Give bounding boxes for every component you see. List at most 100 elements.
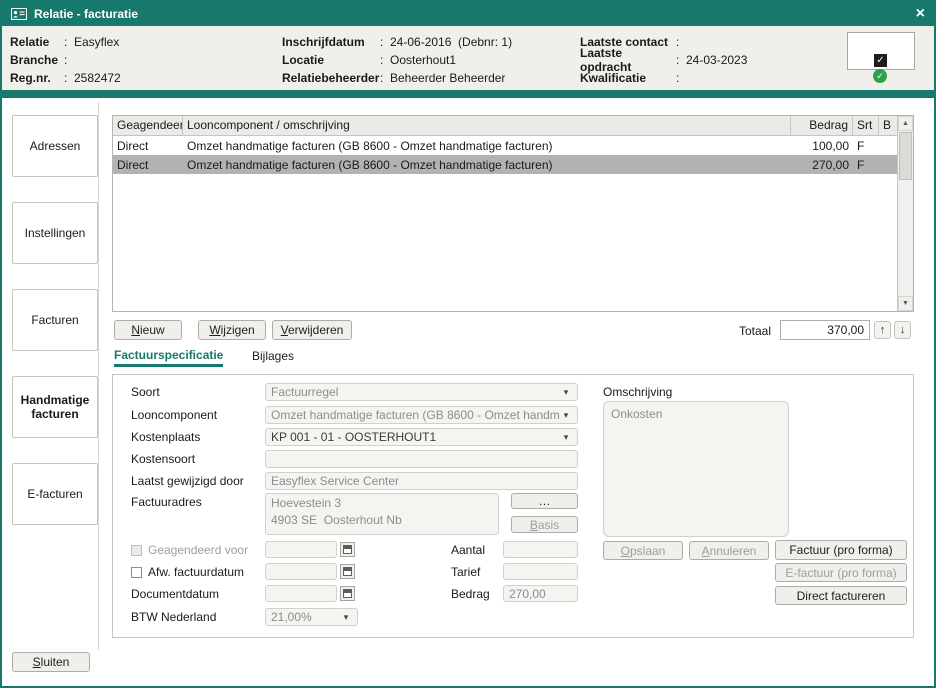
annuleren-button-label: Annuleren	[702, 544, 757, 558]
btw-label: BTW Nederland	[131, 610, 216, 624]
geagendeerd-voor-checkbox[interactable]	[131, 545, 142, 556]
window-title: Relatie - facturatie	[34, 7, 138, 21]
sidebar-item-e-facturen[interactable]: E-facturen	[12, 463, 98, 525]
colon: :	[676, 71, 686, 85]
kostenplaats-label: Kostenplaats	[131, 430, 200, 444]
close-icon[interactable]: ×	[916, 6, 925, 22]
kwalificatie-label: Kwalificatie	[580, 71, 676, 85]
geagendeerd-voor-date-input[interactable]	[265, 541, 337, 558]
table-header-row: Geagendeerd Looncomponent / omschrijving…	[113, 116, 897, 136]
cell-bedrag: 100,00	[791, 139, 853, 153]
factuuradres-browse-button[interactable]: …	[511, 493, 578, 509]
aantal-label: Aantal	[451, 543, 485, 557]
header-col-3: Laatste contact: Laatste opdracht:24-03-…	[580, 33, 747, 87]
sidebar-item-adressen[interactable]: Adressen	[12, 115, 98, 177]
afw-factuurdatum-checkbox[interactable]	[131, 567, 142, 578]
direct-factureren-label: Direct factureren	[797, 589, 886, 603]
soort-select[interactable]: Factuurregel ▾	[265, 383, 578, 401]
locatie-value: Oosterhout1	[390, 53, 456, 67]
col-header-geagendeerd: Geagendeerd	[113, 116, 183, 135]
geagendeerd-voor-label: Geagendeerd voor	[148, 543, 248, 557]
regnr-label: Reg.nr.	[10, 71, 64, 85]
nieuw-button-label: Nieuw	[131, 323, 164, 337]
relation-header: Relatie:Easyflex Branche: Reg.nr.:258247…	[2, 26, 934, 90]
ellipsis-icon: …	[539, 494, 551, 508]
cell-geagendeerd: Direct	[113, 158, 183, 172]
sidebar-item-label: E-facturen	[27, 487, 82, 501]
scroll-thumb[interactable]	[899, 132, 912, 180]
e-factuur-pro-forma-button[interactable]: E-factuur (pro forma)	[775, 563, 907, 582]
status-ok-badge: ✓	[873, 69, 887, 83]
totaal-value-field[interactable]: 370,00	[780, 320, 870, 340]
factuuradres-label: Factuuradres	[131, 495, 202, 509]
documentdatum-date-input[interactable]	[265, 585, 337, 602]
basis-button[interactable]: Basis	[511, 516, 578, 533]
cell-bedrag: 270,00	[791, 158, 853, 172]
table-body: Geagendeerd Looncomponent / omschrijving…	[113, 116, 897, 311]
verwijderen-button-label: Verwijderen	[281, 323, 344, 337]
col-header-looncomponent: Looncomponent / omschrijving	[183, 116, 791, 135]
opslaan-button[interactable]: Opslaan	[603, 541, 683, 560]
omschrijving-label: Omschrijving	[603, 385, 672, 399]
table-row-selected[interactable]: Direct Omzet handmatige facturen (GB 860…	[113, 155, 897, 174]
teal-separator	[2, 90, 934, 98]
branche-label: Branche	[10, 53, 64, 67]
cell-omschrijving: Omzet handmatige facturen (GB 8600 - Omz…	[183, 139, 791, 153]
table-row[interactable]: Direct Omzet handmatige facturen (GB 860…	[113, 136, 897, 155]
header-col-1: Relatie:Easyflex Branche: Reg.nr.:258247…	[10, 33, 121, 87]
chevron-down-icon: ▾	[560, 387, 572, 398]
scroll-up-icon[interactable]: ▲	[898, 116, 913, 131]
laatst-gewijzigd-label: Laatst gewijzigd door	[131, 474, 244, 488]
afw-factuurdatum-calendar-icon[interactable]	[340, 564, 355, 579]
sluiten-button[interactable]: Sluiten	[12, 652, 90, 672]
soort-value: Factuurregel	[271, 385, 560, 399]
kostensoort-label: Kostensoort	[131, 452, 195, 466]
tab-factuurspecificatie[interactable]: Factuurspecificatie	[114, 348, 223, 367]
aantal-input[interactable]	[503, 541, 578, 558]
tarief-input[interactable]	[503, 563, 578, 580]
sidebar-item-handmatige-facturen[interactable]: Handmatige facturen	[12, 376, 98, 438]
wijzigen-button[interactable]: Wijzigen	[198, 320, 266, 340]
omschrijving-textarea[interactable]: Onkosten	[603, 401, 789, 537]
header-checkbox-checked[interactable]: ✓	[874, 54, 887, 67]
col-header-srt: Srt	[853, 116, 879, 135]
factuur-pro-forma-button[interactable]: Factuur (pro forma)	[775, 540, 907, 560]
afw-factuurdatum-date-input[interactable]	[265, 563, 337, 580]
kostensoort-input[interactable]	[265, 450, 578, 468]
annuleren-button[interactable]: Annuleren	[689, 541, 769, 560]
chevron-down-icon: ▾	[560, 432, 572, 443]
scroll-down-icon[interactable]: ▼	[898, 296, 913, 311]
btw-select[interactable]: 21,00% ▾	[265, 608, 358, 626]
factuuradres-box: Hoevestein 34903 SE Oosterhout Nb	[265, 493, 499, 535]
looncomponent-select[interactable]: Omzet handmatige facturen (GB 8600 - Omz…	[265, 406, 578, 424]
kostenplaats-select[interactable]: KP 001 - 01 - OOSTERHOUT1 ▾	[265, 428, 578, 446]
sidebar-item-instellingen[interactable]: Instellingen	[12, 202, 98, 264]
move-down-button[interactable]: ↓	[894, 321, 911, 339]
tarief-label: Tarief	[451, 565, 480, 579]
relatie-label: Relatie	[10, 35, 64, 49]
direct-factureren-button[interactable]: Direct factureren	[775, 586, 907, 605]
laatste-opdracht-value: 24-03-2023	[686, 53, 747, 67]
col-header-bedrag: Bedrag	[791, 116, 853, 135]
opslaan-button-label: Opslaan	[621, 544, 666, 558]
laatste-opdracht-label: Laatste opdracht	[580, 46, 676, 74]
documentdatum-label: Documentdatum	[131, 587, 219, 601]
table-scrollbar[interactable]: ▲ ▼	[897, 116, 913, 311]
factuuradres-line1: Hoevestein 3	[271, 495, 493, 512]
move-up-button[interactable]: ↑	[874, 321, 891, 339]
geagendeerd-voor-calendar-icon[interactable]	[340, 542, 355, 557]
bedrag-input[interactable]: 270,00	[503, 585, 578, 602]
wijzigen-button-label: Wijzigen	[209, 323, 254, 337]
colon: :	[676, 35, 686, 49]
sluiten-button-label: Sluiten	[33, 655, 70, 669]
sidebar-item-label: Handmatige facturen	[16, 393, 94, 421]
nieuw-button[interactable]: Nieuw	[114, 320, 182, 340]
tab-bijlages[interactable]: Bijlages	[252, 349, 294, 363]
colon: :	[64, 71, 74, 85]
sidebar-item-label: Facturen	[31, 313, 78, 327]
documentdatum-calendar-icon[interactable]	[340, 586, 355, 601]
verwijderen-button[interactable]: Verwijderen	[272, 320, 352, 340]
locatie-label: Locatie	[282, 53, 380, 67]
sidebar-item-facturen[interactable]: Facturen	[12, 289, 98, 351]
sidebar-divider	[98, 102, 99, 650]
